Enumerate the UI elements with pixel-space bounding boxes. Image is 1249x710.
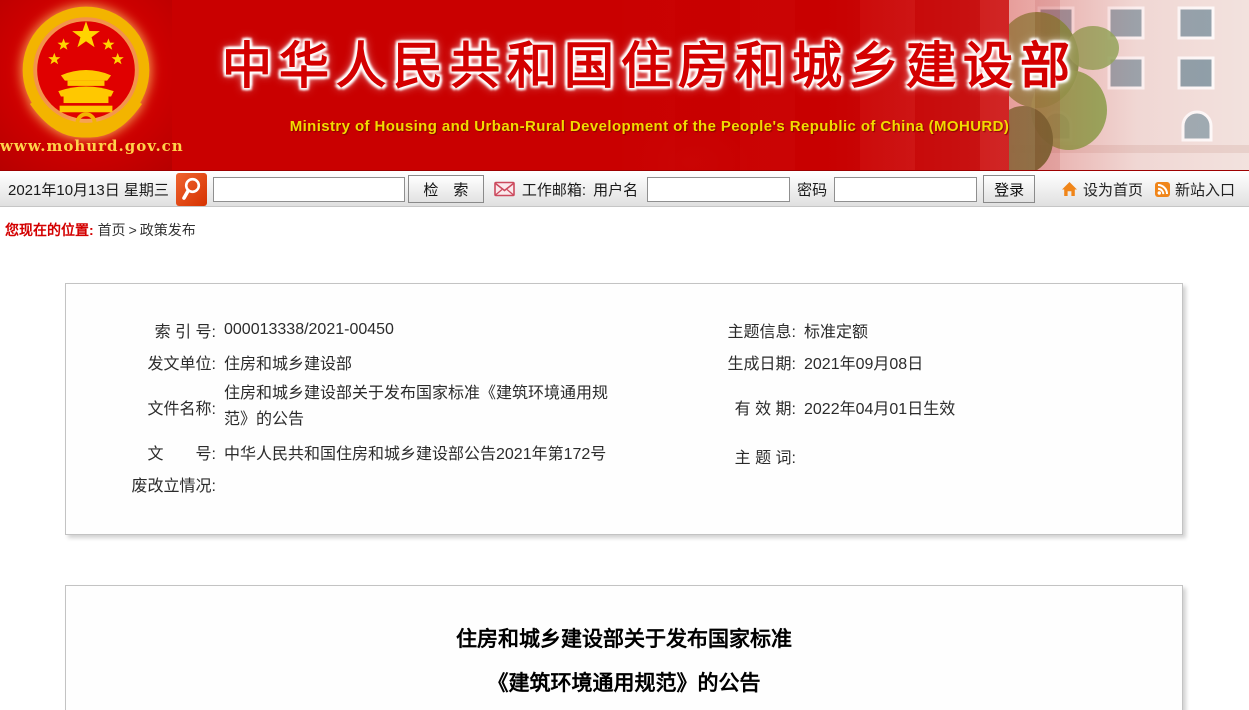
field-value: 2021年09月08日: [804, 350, 923, 374]
field-label: 主题信息:: [706, 318, 796, 342]
announcement-box: 住房和城乡建设部关于发布国家标准 《建筑环境通用规范》的公告: [65, 585, 1183, 710]
field-label: 文 号:: [66, 440, 216, 464]
search-button[interactable]: 检 索: [408, 175, 484, 203]
site-url: www.mohurd.gov.cn: [0, 137, 172, 155]
login-button[interactable]: 登录: [983, 175, 1035, 203]
field-label: 文件名称:: [66, 395, 216, 419]
field-label: 废改立情况:: [66, 472, 216, 496]
doc-info-row-document-number: 文 号: 中华人民共和国住房和城乡建设部公告2021年第172号: [66, 436, 696, 468]
set-homepage-link[interactable]: 设为首页: [1061, 179, 1143, 200]
work-mail-label: 工作邮箱:: [522, 179, 586, 200]
doc-info-left-column: 索 引 号: 000013338/2021-00450 发文单位: 住房和城乡建…: [66, 314, 696, 500]
doc-info-right-column: 主题信息: 标准定额 生成日期: 2021年09月08日 有 效 期: 2022…: [706, 314, 1176, 476]
field-value: 住房和城乡建设部关于发布国家标准《建筑环境通用规范》的公告: [224, 381, 622, 433]
announcement-title-line1: 住房和城乡建设部关于发布国家标准: [66, 618, 1182, 662]
doc-info-row-effective-date: 有 效 期: 2022年04月01日生效: [706, 378, 1176, 436]
field-label: 生成日期:: [706, 350, 796, 374]
national-emblem-icon: [20, 4, 152, 144]
field-value: 2022年04月01日生效: [804, 395, 955, 419]
site-header: www.mohurd.gov.cn 中华人民共和国住房和城乡建设部 Minist…: [0, 0, 1249, 171]
doc-info-row-repeal-status: 废改立情况:: [66, 468, 696, 500]
field-value: 住房和城乡建设部: [224, 350, 352, 374]
site-subtitle-en: Ministry of Housing and Urban-Rural Deve…: [180, 118, 1119, 135]
doc-info-row-document-name: 文件名称: 住房和城乡建设部关于发布国家标准《建筑环境通用规范》的公告: [66, 378, 696, 436]
breadcrumb-prefix: 您现在的位置:: [5, 222, 94, 238]
doc-info-row-index-number: 索 引 号: 000013338/2021-00450: [66, 314, 696, 346]
rss-icon: [1155, 182, 1170, 197]
doc-info-row-generation-date: 生成日期: 2021年09月08日: [706, 346, 1176, 378]
document-info-box: 索 引 号: 000013338/2021-00450 发文单位: 住房和城乡建…: [65, 283, 1183, 535]
emblem-panel: www.mohurd.gov.cn: [0, 0, 172, 171]
breadcrumb-home-link[interactable]: 首页: [98, 222, 126, 238]
field-label: 主 题 词:: [706, 444, 796, 468]
field-label: 索 引 号:: [66, 318, 216, 342]
field-value: 000013338/2021-00450: [224, 321, 394, 339]
current-date: 2021年10月13日 星期三: [8, 179, 169, 200]
field-label: 有 效 期:: [706, 395, 796, 419]
doc-info-row-topic-info: 主题信息: 标准定额: [706, 314, 1176, 346]
doc-info-row-issuing-unit: 发文单位: 住房和城乡建设部: [66, 346, 696, 378]
breadcrumb-separator: >: [129, 222, 137, 238]
set-homepage-label: 设为首页: [1083, 179, 1143, 200]
breadcrumb: 您现在的位置: 首页>政策发布: [5, 220, 196, 240]
password-field[interactable]: [834, 177, 977, 202]
breadcrumb-section-link[interactable]: 政策发布: [140, 222, 196, 238]
home-icon: [1061, 181, 1078, 197]
password-label: 密码: [797, 179, 827, 200]
search-input[interactable]: [213, 177, 405, 202]
announcement-title-line2: 《建筑环境通用规范》的公告: [66, 662, 1182, 706]
top-toolbar: 2021年10月13日 星期三 检 索 工作邮箱: 用户名 密码 登录 设为首页: [0, 172, 1249, 207]
field-value: 标准定额: [804, 318, 868, 342]
search-icon: [176, 173, 207, 206]
site-title: 中华人民共和国住房和城乡建设部: [180, 26, 1119, 98]
field-value: 中华人民共和国住房和城乡建设部公告2021年第172号: [224, 440, 606, 464]
username-label: 用户名: [593, 179, 638, 200]
field-label: 发文单位:: [66, 350, 216, 374]
mail-icon: [494, 181, 515, 197]
new-site-link[interactable]: 新站入口: [1155, 179, 1235, 200]
new-site-label: 新站入口: [1175, 179, 1235, 200]
username-field[interactable]: [647, 177, 790, 202]
doc-info-row-keywords: 主 题 词:: [706, 436, 1176, 476]
